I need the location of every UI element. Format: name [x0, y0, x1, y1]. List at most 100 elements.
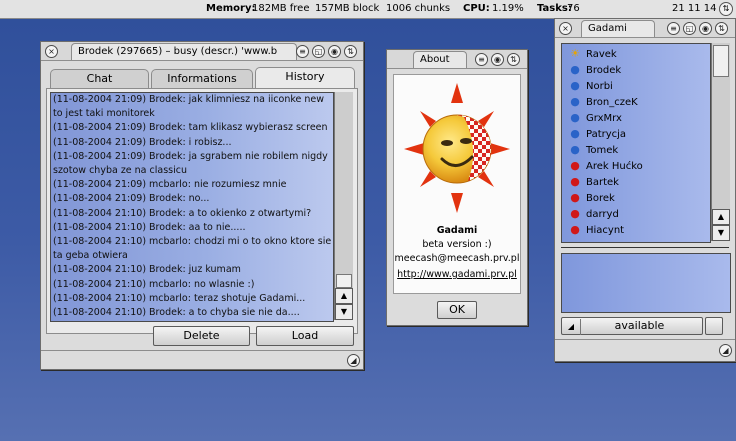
scroll-down-icon[interactable]: ▼	[712, 225, 730, 241]
contact-name: Bartek	[586, 177, 619, 188]
history-scrollbar[interactable]: ▲ ▼	[334, 92, 353, 320]
status-selector[interactable]: ◢ available	[561, 317, 703, 335]
contact-item[interactable]: ● Hiacynt	[568, 222, 624, 238]
contact-name: Ravek	[586, 49, 617, 60]
about-version: beta version :)	[422, 239, 492, 250]
status-divider	[555, 339, 735, 340]
cpu-value: 1.19%	[492, 3, 524, 14]
load-button[interactable]: Load	[256, 326, 354, 346]
history-entry: (11-08-2004 21:10) Brodek: aa to nie....…	[53, 221, 246, 233]
chat-window-title: Brodek (297665) – busy (descr.) 'www.b	[71, 43, 297, 60]
contact-name: Norbi	[586, 81, 613, 92]
contacts-titlebar[interactable]: × Gadami ≡ ◱ ◉ ⇅	[555, 19, 735, 38]
contact-name: Bron_czeK	[586, 97, 638, 108]
scroll-up-icon[interactable]: ▲	[712, 209, 730, 225]
busy-user-icon: ●	[570, 143, 580, 156]
offline-user-icon: ●	[570, 175, 580, 188]
offline-user-icon: ●	[570, 159, 580, 172]
about-app-name: Gadami	[436, 225, 478, 236]
snapshot-icon[interactable]: ≡	[475, 53, 488, 66]
tab-informations[interactable]: Informations	[151, 69, 253, 88]
tab-chat[interactable]: Chat	[50, 69, 149, 88]
scroll-thumb[interactable]	[336, 274, 352, 288]
history-entry: (11-08-2004 21:10) Brodek: juz kumam	[53, 264, 241, 276]
history-entry: (11-08-2004 21:09) mcbarlo: nie rozumies…	[53, 179, 287, 191]
history-entry: (11-08-2004 21:09) Brodek: jak klimniesz…	[53, 94, 325, 120]
list-divider	[561, 247, 729, 248]
about-window-title: About	[413, 51, 467, 68]
contact-name: Brodek	[586, 65, 622, 76]
iconify-icon[interactable]: ◉	[328, 45, 341, 58]
snapshot-icon[interactable]: ≡	[296, 45, 309, 58]
chat-window: × Brodek (297665) – busy (descr.) 'www.b…	[40, 41, 364, 370]
offline-user-icon: ●	[570, 207, 580, 220]
history-entry: (11-08-2004 21:09) Brodek: no...	[53, 193, 210, 205]
contact-item[interactable]: ● Bron_czeK	[568, 94, 638, 110]
status-description-button[interactable]	[705, 317, 723, 335]
resize-grip-icon[interactable]: ◢	[347, 354, 360, 367]
history-log[interactable]: (11-08-2004 21:09) Brodek: jak klimniesz…	[50, 92, 334, 322]
screen-depth-icon[interactable]: ⇅	[719, 2, 733, 16]
sun-status-icon: ☀	[570, 47, 580, 60]
resize-grip-icon[interactable]: ◢	[719, 344, 732, 357]
scroll-down-icon[interactable]: ▼	[335, 304, 353, 320]
about-titlebar[interactable]: About ≡ ◉ ⇅	[387, 50, 527, 69]
contact-item[interactable]: ☀ Ravek	[568, 46, 617, 62]
about-url-link[interactable]: http://www.gadami.prv.pl	[394, 269, 520, 280]
history-entry: (11-08-2004 21:09) Brodek: i robisz...	[53, 136, 232, 148]
contact-item[interactable]: ● Arek Hućko	[568, 158, 643, 174]
zoom-icon[interactable]: ◱	[683, 22, 696, 35]
snapshot-icon[interactable]: ≡	[667, 22, 680, 35]
about-panel: Gadami beta version :) meecash@meecash.p…	[393, 74, 521, 294]
depth-icon[interactable]: ⇅	[507, 53, 520, 66]
zoom-icon[interactable]: ◱	[312, 45, 325, 58]
iconify-icon[interactable]: ◉	[699, 22, 712, 35]
close-icon[interactable]: ×	[559, 22, 572, 35]
contact-name: Patrycja	[586, 129, 627, 140]
history-entry: (11-08-2004 21:10) Brodek: a to chyba si…	[53, 307, 300, 319]
contacts-window: × Gadami ≡ ◱ ◉ ⇅ ☀ Ravek ● Brodek ● Norbi ● Bro…	[554, 18, 736, 362]
ok-button[interactable]: OK	[437, 301, 477, 319]
history-entry: (11-08-2004 21:10) mcbarlo: no wlasnie :…	[53, 278, 255, 290]
history-entry: (11-08-2004 21:10) mcbarlo: teraz shotuj…	[53, 292, 306, 304]
depth-icon[interactable]: ⇅	[715, 22, 728, 35]
contact-name: Tomek	[586, 145, 619, 156]
tab-history[interactable]: History	[255, 67, 355, 88]
about-email[interactable]: meecash@meecash.prv.pl	[394, 253, 520, 264]
chunks-count: 1006 chunks	[386, 3, 451, 14]
contact-name: Borek	[586, 193, 615, 204]
depth-icon[interactable]: ⇅	[344, 45, 357, 58]
status-label: available	[614, 319, 665, 332]
busy-user-icon: ●	[570, 111, 580, 124]
memory-block: 157MB block	[315, 3, 380, 14]
chat-titlebar[interactable]: × Brodek (297665) – busy (descr.) 'www.b…	[41, 42, 363, 61]
contact-name: Hiacynt	[586, 225, 625, 236]
cpu-label: CPU:	[463, 3, 490, 14]
contact-item[interactable]: ● Norbi	[568, 78, 613, 94]
iconify-icon[interactable]: ◉	[491, 53, 504, 66]
scroll-thumb[interactable]	[713, 45, 729, 77]
busy-user-icon: ●	[570, 127, 580, 140]
contact-item[interactable]: ● Patrycja	[568, 126, 626, 142]
contact-item[interactable]: ● GrxMrx	[568, 110, 622, 126]
delete-button[interactable]: Delete	[153, 326, 250, 346]
status-divider	[41, 350, 363, 351]
busy-user-icon: ●	[570, 63, 580, 76]
contact-list[interactable]: ☀ Ravek ● Brodek ● Norbi ● Bron_czeK ● GrxMrx ● Pat…	[561, 43, 711, 243]
contact-scrollbar[interactable]: ▲ ▼	[711, 43, 730, 241]
history-entry: (11-08-2004 21:09) Brodek: ja sgrabem ni…	[53, 150, 328, 177]
contact-item[interactable]: ● Brodek	[568, 62, 621, 78]
history-entry: (11-08-2004 21:10) mcbarlo: chodzi mi o …	[53, 236, 332, 262]
contact-item[interactable]: ● darryd	[568, 206, 619, 222]
close-icon[interactable]: ×	[45, 45, 58, 58]
about-window: About ≡ ◉ ⇅ Gadami beta version:) meeca…	[386, 49, 528, 326]
contact-name: GrxMrx	[586, 113, 622, 124]
tasks-value: 76	[567, 3, 580, 14]
history-entry: (11-08-2004 21:10) Brodek: a to okienko …	[53, 207, 312, 219]
contact-item[interactable]: ● Borek	[568, 190, 615, 206]
contact-item[interactable]: ● Bartek	[568, 174, 619, 190]
scroll-up-icon[interactable]: ▲	[335, 288, 353, 304]
offline-user-icon: ●	[570, 191, 580, 204]
description-input[interactable]	[561, 253, 731, 313]
contact-item[interactable]: ● Tomek	[568, 142, 618, 158]
